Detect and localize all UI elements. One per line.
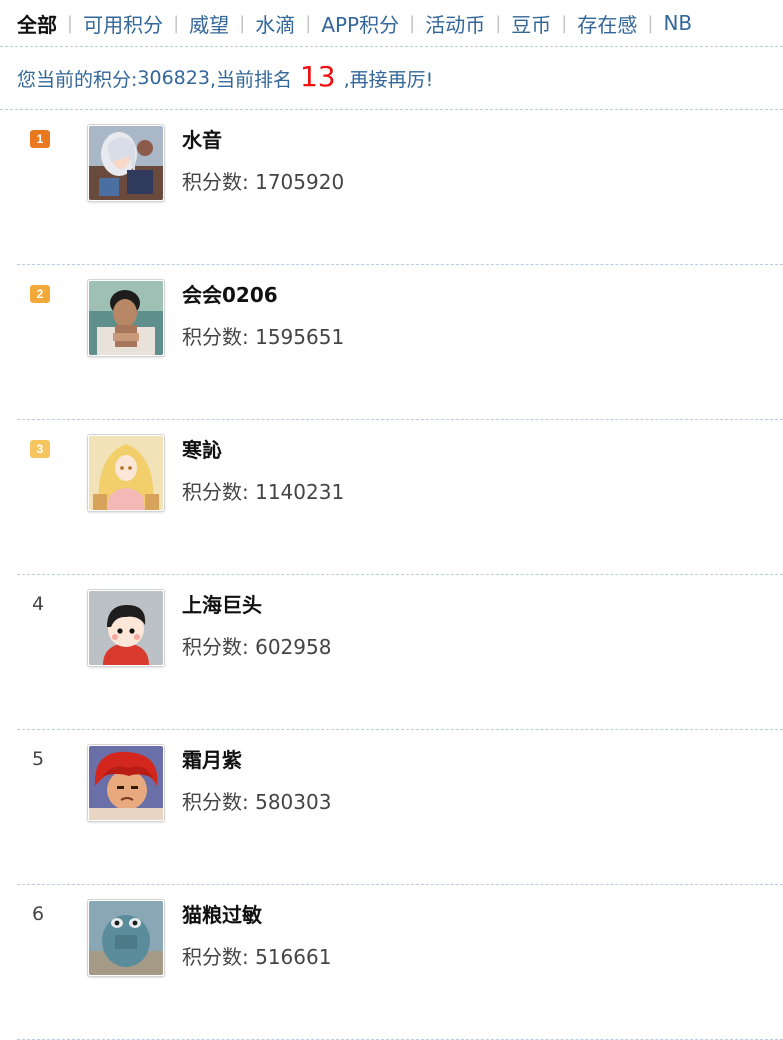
tab-separator: | (409, 12, 416, 34)
username[interactable]: 寒訫 (182, 434, 222, 463)
ranking-tabs: 全部 | 可用积分 | 威望 | 水滴 | APP积分 | 活动币 | 豆币 |… (0, 0, 783, 47)
ranking-row: 1 水音 积分数: 1705920 (17, 110, 783, 265)
rank-number: 4 (32, 593, 45, 615)
username[interactable]: 上海巨头 (182, 589, 262, 618)
tab-prestige[interactable]: 威望 (189, 9, 229, 38)
rank-badge: 3 (30, 440, 50, 458)
tab-presence[interactable]: 存在感 (577, 9, 637, 38)
tab-separator: | (305, 12, 312, 34)
blonde-anime-avatar (89, 436, 163, 510)
blue-monster-avatar (89, 901, 163, 975)
tab-nb[interactable]: NB (663, 11, 692, 35)
rank-number: 6 (32, 903, 45, 925)
rank-cell: 2 (30, 283, 54, 303)
tab-available-points[interactable]: 可用积分 (83, 9, 163, 38)
tab-water-drops[interactable]: 水滴 (255, 9, 295, 38)
username[interactable]: 水音 (182, 124, 222, 153)
avatar[interactable] (87, 434, 165, 512)
tab-event-coins[interactable]: 活动币 (425, 9, 485, 38)
ranking-list: 1 水音 积分数: 1705920 2 会会0206 积分数: 1595651 … (0, 110, 783, 1040)
my-score: 306823 (137, 67, 210, 89)
ranking-row: 2 会会0206 积分数: 1595651 (17, 265, 783, 420)
points-label: 积分数: (182, 945, 256, 969)
ranking-row: 5 霜月紫 积分数: 580303 (17, 730, 783, 885)
points-label: 积分数: (182, 790, 256, 814)
avatar[interactable] (87, 279, 165, 357)
summary-suffix: ,再接再厉! (343, 68, 434, 91)
ranking-row: 6 猫粮过敏 积分数: 516661 (17, 885, 783, 1040)
man-photo-avatar (89, 281, 163, 355)
points-value: 580303 (255, 790, 332, 814)
my-ranking-summary: 您当前的积分: 306823 ,当前排名 13 ,再接再厉! (0, 47, 783, 110)
summary-middle: ,当前排名 (209, 68, 292, 91)
my-rank: 13 (299, 59, 336, 93)
points-value: 1140231 (255, 480, 345, 504)
tab-separator: | (67, 12, 74, 34)
avatar[interactable] (87, 744, 165, 822)
tab-app-points[interactable]: APP积分 (321, 9, 399, 38)
cartoon-boy-avatar (89, 591, 163, 665)
rank-cell: 6 (30, 903, 54, 925)
points: 积分数: 580303 (182, 786, 331, 815)
rank-badge: 2 (30, 285, 50, 303)
redhair-anime-avatar (89, 746, 163, 820)
tab-separator: | (173, 12, 180, 34)
avatar[interactable] (87, 589, 165, 667)
points-value: 602958 (255, 635, 332, 659)
rank-badge: 1 (30, 130, 50, 148)
summary-prefix: 您当前的积分: (17, 68, 138, 91)
tab-separator: | (495, 12, 502, 34)
tab-all[interactable]: 全部 (17, 9, 57, 38)
points-label: 积分数: (182, 480, 256, 504)
points-label: 积分数: (182, 635, 256, 659)
points-label: 积分数: (182, 325, 256, 349)
tab-separator: | (561, 12, 568, 34)
anime-girl-avatar (89, 126, 163, 200)
points: 积分数: 1595651 (182, 321, 344, 350)
rank-cell: 3 (30, 438, 54, 458)
username[interactable]: 猫粮过敏 (182, 899, 262, 928)
avatar[interactable] (87, 899, 165, 977)
rank-cell: 5 (30, 748, 54, 770)
points: 积分数: 516661 (182, 941, 331, 970)
points: 积分数: 602958 (182, 631, 331, 660)
rank-cell: 1 (30, 128, 54, 148)
username[interactable]: 会会0206 (182, 279, 278, 308)
points-value: 1595651 (255, 325, 345, 349)
username[interactable]: 霜月紫 (182, 744, 242, 773)
ranking-row: 4 上海巨头 积分数: 602958 (17, 575, 783, 730)
rank-number: 5 (32, 748, 45, 770)
tab-bean-coins[interactable]: 豆币 (511, 9, 551, 38)
points-value: 516661 (255, 945, 332, 969)
avatar[interactable] (87, 124, 165, 202)
rank-cell: 4 (30, 593, 54, 615)
points-label: 积分数: (182, 170, 256, 194)
ranking-row: 3 寒訫 积分数: 1140231 (17, 420, 783, 575)
tab-separator: | (647, 12, 654, 34)
points: 积分数: 1140231 (182, 476, 344, 505)
points-value: 1705920 (255, 170, 345, 194)
points: 积分数: 1705920 (182, 166, 344, 195)
tab-separator: | (239, 12, 246, 34)
